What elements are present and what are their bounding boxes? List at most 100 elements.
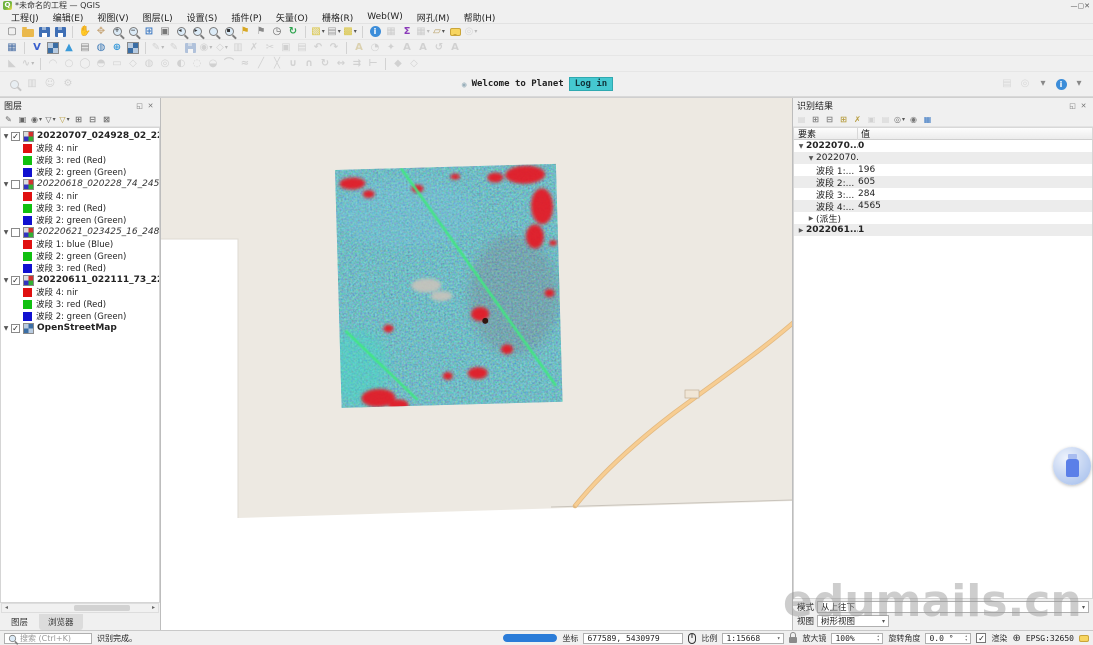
close-button[interactable]: ✕: [1084, 2, 1090, 10]
expander-icon[interactable]: ▼: [1, 277, 11, 284]
layer-item[interactable]: ▼ 20220611_022111_73_2262: [1, 274, 159, 286]
menu-vector[interactable]: 矢量(O): [269, 11, 315, 24]
layer-item[interactable]: ▼20220707_024928_02_2254: [1, 130, 159, 142]
menu-layer[interactable]: 图层(L): [136, 11, 180, 24]
add-mesh-layer-button[interactable]: ▲: [61, 40, 77, 56]
band-item[interactable]: 波段 2: green (Green): [1, 214, 159, 226]
identify-help-button[interactable]: ▦: [921, 113, 934, 126]
expander-icon[interactable]: ▼: [1, 325, 11, 332]
band-item[interactable]: 波段 1: blue (Blue): [1, 238, 159, 250]
tab-browser[interactable]: 浏览器: [39, 614, 83, 630]
status-search-input[interactable]: 搜索 (Ctrl+K): [4, 633, 92, 644]
tab-layers[interactable]: 图层: [2, 614, 37, 630]
float-panel-icon[interactable]: ◱: [1067, 102, 1078, 110]
menu-plugins[interactable]: 插件(P): [224, 11, 268, 24]
zoom-in-button[interactable]: +: [109, 24, 125, 40]
expand-new-results-button[interactable]: ⊞: [837, 113, 850, 126]
band-item[interactable]: 波段 3: red (Red): [1, 154, 159, 166]
layer-name[interactable]: 20220707_024928_02_2254: [37, 131, 159, 141]
band-item[interactable]: 波段 2: green (Green): [1, 250, 159, 262]
add-raster-layer-button[interactable]: [45, 40, 61, 56]
zoom-full-button[interactable]: ⊞: [141, 24, 157, 40]
save-project-button[interactable]: [36, 24, 52, 40]
layer-checkbox[interactable]: [11, 180, 20, 189]
band-item[interactable]: 波段 3: red (Red): [1, 202, 159, 214]
band-item[interactable]: 波段 4: nir: [1, 190, 159, 202]
menu-view[interactable]: 视图(V): [90, 11, 135, 24]
view-select[interactable]: 树形视图: [817, 615, 889, 627]
manage-map-themes-button[interactable]: ◉: [30, 113, 43, 126]
coordinate-input[interactable]: 677589, 5430979: [583, 633, 683, 644]
render-checkbox[interactable]: [976, 633, 986, 643]
result-row[interactable]: 波段 2:...605: [794, 176, 1092, 188]
add-vector-layer-button[interactable]: V: [29, 40, 45, 56]
expander-icon[interactable]: ▶: [796, 227, 806, 234]
planet-login-button[interactable]: Log in: [569, 77, 614, 91]
filter-by-expression-button[interactable]: ▽: [58, 113, 71, 126]
deselect-features-button[interactable]: ▩: [342, 24, 358, 40]
scrollbar-thumb[interactable]: [74, 605, 130, 611]
layer-item[interactable]: ▼20220621_023425_16_2489: [1, 226, 159, 238]
layer-name[interactable]: OpenStreetMap: [37, 323, 117, 333]
result-row[interactable]: 波段 4:...4565: [794, 200, 1092, 212]
menu-web[interactable]: Web(W): [360, 12, 410, 22]
layer-name[interactable]: 20220611_022111_73_2262: [37, 275, 159, 285]
lock-icon[interactable]: [789, 637, 797, 643]
layers-horizontal-scrollbar[interactable]: ◂ ▸: [1, 603, 159, 613]
collapse-all-button[interactable]: ⊟: [86, 113, 99, 126]
layer-checkbox[interactable]: [11, 276, 20, 285]
new-project-button[interactable]: ▢: [4, 24, 20, 40]
messages-icon[interactable]: [1079, 635, 1089, 642]
menu-settings[interactable]: 设置(S): [180, 11, 225, 24]
zoom-to-selection-button[interactable]: ▪: [221, 24, 237, 40]
measure-button[interactable]: ▱: [431, 24, 447, 40]
mouse-extents-icon[interactable]: [688, 633, 696, 644]
expander-icon[interactable]: ▶: [806, 215, 816, 222]
layer-name[interactable]: 20220621_023425_16_2489: [37, 227, 159, 237]
scroll-right-icon[interactable]: ▸: [149, 604, 158, 612]
layer-checkbox[interactable]: [11, 324, 20, 333]
zoom-native-button[interactable]: ▣: [157, 24, 173, 40]
add-wms-layer-button[interactable]: ⊕: [109, 40, 125, 56]
clear-results-button[interactable]: ✗: [851, 113, 864, 126]
collapse-tree-button[interactable]: ⊟: [823, 113, 836, 126]
magnifier-input[interactable]: 100%: [831, 633, 883, 644]
add-group-button[interactable]: ▣: [16, 113, 29, 126]
usb-overlay-button[interactable]: [1053, 447, 1091, 485]
open-layer-styling-button[interactable]: ✎: [2, 113, 15, 126]
select-by-value-button[interactable]: ▤: [326, 24, 342, 40]
menu-raster[interactable]: 栅格(R): [315, 11, 360, 24]
filter-legend-button[interactable]: ▽: [44, 113, 57, 126]
band-item[interactable]: 波段 2: green (Green): [1, 166, 159, 178]
expander-icon[interactable]: ▼: [796, 143, 806, 150]
layer-checkbox[interactable]: [11, 132, 20, 141]
statistics-summary-button[interactable]: Σ: [399, 24, 415, 40]
add-delimited-text-layer-button[interactable]: ▤: [77, 40, 93, 56]
new-spatial-bookmark-button[interactable]: ⚑: [237, 24, 253, 40]
add-xyz-layer-button[interactable]: [125, 40, 141, 56]
pan-map-button[interactable]: ✋: [77, 24, 93, 40]
result-row[interactable]: 波段 1:...196: [794, 164, 1092, 176]
result-row[interactable]: ▶(派生): [794, 212, 1092, 224]
expand-all-button[interactable]: ⊞: [72, 113, 85, 126]
close-panel-icon[interactable]: ✕: [145, 102, 156, 110]
expander-icon[interactable]: ▼: [806, 155, 816, 162]
spinner-icon[interactable]: [877, 634, 879, 642]
rotation-input[interactable]: 0.0 °: [925, 633, 971, 644]
band-item[interactable]: 波段 3: red (Red): [1, 298, 159, 310]
minimize-button[interactable]: —: [1071, 2, 1078, 10]
layer-checkbox[interactable]: [11, 228, 20, 237]
pan-to-selection-button[interactable]: ✥: [93, 24, 109, 40]
menu-help[interactable]: 帮助(H): [457, 11, 503, 24]
map-canvas[interactable]: [160, 98, 793, 630]
show-bookmarks-button[interactable]: ⚑: [253, 24, 269, 40]
planet-dropdown-left-button[interactable]: ▾: [1035, 76, 1051, 92]
layer-item[interactable]: ▼20220618_020228_74_245d: [1, 178, 159, 190]
identify-mode-button[interactable]: ◎: [893, 113, 906, 126]
menu-project[interactable]: 工程(J): [4, 11, 46, 24]
result-row[interactable]: ▶2022061...1: [794, 224, 1092, 236]
zoom-to-layer-button[interactable]: [205, 24, 221, 40]
refresh-map-button[interactable]: ↻: [285, 24, 301, 40]
result-row[interactable]: 波段 3:...284: [794, 188, 1092, 200]
result-row[interactable]: ▼2022070...: [794, 152, 1092, 164]
